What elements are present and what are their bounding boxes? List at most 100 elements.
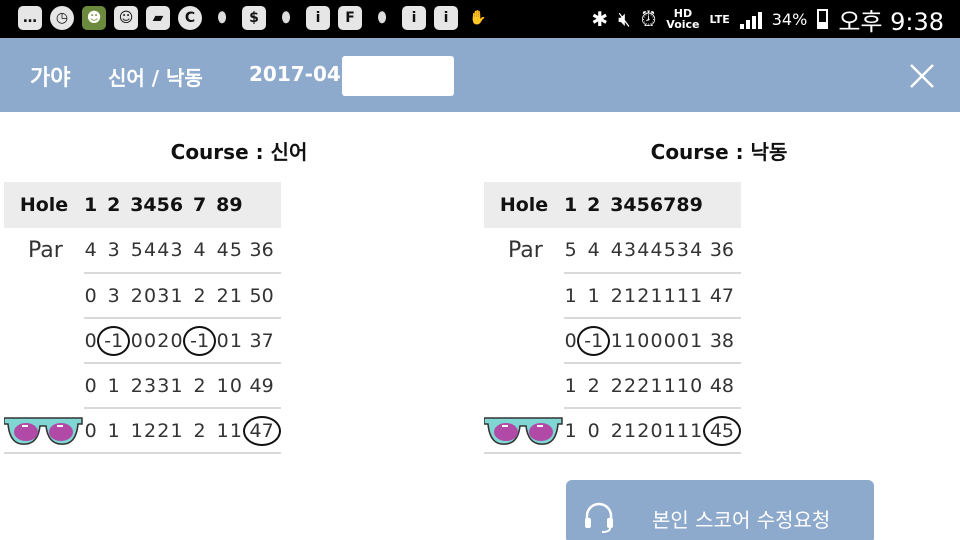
- close-icon[interactable]: [906, 60, 938, 92]
- score-cell: 2: [610, 363, 624, 409]
- score-cell: 1: [649, 273, 664, 319]
- hole-number: 6: [169, 182, 184, 228]
- hole-number: 1: [84, 182, 98, 228]
- score-cell: 1: [663, 408, 677, 454]
- pill-icon: ⬮: [217, 10, 227, 26]
- score-cell: 1: [689, 408, 703, 454]
- hole-number: 2: [97, 182, 131, 228]
- score-cell: 2: [143, 408, 157, 454]
- score-cell: 2: [183, 273, 217, 319]
- par-cell: 4: [143, 228, 157, 274]
- player-name-cell: [484, 408, 564, 454]
- score-cell: 2: [623, 363, 637, 409]
- hole-number: 9: [229, 182, 243, 228]
- circled-score: -1: [577, 325, 611, 356]
- total-header: [242, 182, 281, 228]
- note-icon: ▰: [146, 6, 170, 30]
- system-status: ✱ 🔇︎ ⏰︎ HD Voice LTE 34% 오후 9:38: [591, 0, 944, 38]
- score-cell: 0: [84, 273, 98, 319]
- par-cell: 5: [564, 228, 578, 274]
- score-cell: 0: [676, 318, 690, 364]
- score-cell: 2: [156, 318, 170, 364]
- hole-label: Hole: [4, 182, 84, 228]
- info-icon: i: [306, 6, 330, 30]
- player-row: 0 -1 1 1 0 0 0 0 1 38: [484, 318, 742, 364]
- score-cell: 0: [649, 318, 664, 364]
- hole-number: 5: [636, 182, 650, 228]
- score-cell: 1: [169, 273, 184, 319]
- hd-voice-indicator: HD Voice: [666, 8, 699, 30]
- hole-number: 9: [689, 182, 703, 228]
- score-cell: 3: [156, 363, 170, 409]
- score-cell: 1: [216, 408, 230, 454]
- par-cell: 5: [130, 228, 144, 274]
- hole-number: 4: [143, 182, 157, 228]
- hole-number: 6: [649, 182, 664, 228]
- score-cell: 2: [130, 363, 144, 409]
- par-total: 36: [702, 228, 742, 274]
- score-cell: 1: [623, 273, 637, 319]
- player-name-cell: [4, 273, 84, 318]
- par-cell: 5: [229, 228, 243, 274]
- par-row: Par 5 4 4 3 4 4 5 3 4 36: [484, 228, 742, 274]
- clock-time: 오후 9:38: [838, 7, 944, 36]
- score-total: 45: [702, 408, 742, 454]
- course-title: Course : 신어: [170, 140, 308, 164]
- s-icon: $: [242, 6, 266, 30]
- player-row: 1 1 2 1 2 1 1 1 1 47: [484, 273, 742, 319]
- score-cell: 2: [636, 408, 650, 454]
- hole-label: Hole: [484, 182, 564, 228]
- score-total: 49: [242, 363, 281, 409]
- player-name-cell: [484, 363, 564, 408]
- score-cell: 0: [216, 318, 230, 364]
- mute-icon: 🔇︎: [618, 7, 631, 31]
- status-bar: … ◷ ☻ ☺ ▰ C ⬮ $ ⬮ i F ⬮ i i ✋ ✱ 🔇︎ ⏰︎ HD…: [0, 0, 960, 38]
- score-cell: 1: [676, 273, 690, 319]
- score-cell: 1: [169, 363, 184, 409]
- par-cell: 3: [169, 228, 184, 274]
- score-cell: 1: [689, 318, 703, 364]
- score-table: Hole 1 2 3 4 5 6 7 8 9 Par 4 3 5 4 4 3 4…: [4, 182, 281, 454]
- hole-number: 7: [663, 182, 677, 228]
- score-cell: 0: [564, 318, 578, 364]
- score-cell: 0: [143, 273, 157, 319]
- redaction-overlay: [342, 56, 454, 96]
- par-total: 36: [242, 228, 281, 274]
- alarm-icon: ⏰︎: [640, 7, 657, 31]
- par-cell: 4: [689, 228, 703, 274]
- app-header: 가야 신어 / 낙동 2017-04: [0, 38, 960, 112]
- score-cell: 0: [229, 363, 243, 409]
- score-cell: 2: [183, 363, 217, 409]
- total-header: [702, 182, 742, 228]
- signal-icon: [739, 9, 762, 29]
- par-cell: 4: [84, 228, 98, 274]
- score-total: 47: [702, 273, 742, 319]
- score-total: 47: [242, 408, 281, 454]
- score-cell: 1: [689, 273, 703, 319]
- c-icon: C: [178, 6, 202, 30]
- score-cell: 2: [636, 363, 650, 409]
- club-name: 가야: [30, 66, 71, 91]
- score-cell: -1: [97, 318, 131, 364]
- score-cell: 0: [689, 363, 703, 409]
- player-name-cell: [484, 273, 564, 318]
- score-cell: 2: [216, 273, 230, 319]
- hole-header-row: Hole 1 2 3 4 5 6 7 8 9: [4, 182, 281, 228]
- hole-number: 4: [623, 182, 637, 228]
- pill-icon: ⬮: [281, 10, 291, 26]
- par-row: Par 4 3 5 4 4 3 4 4 5 36: [4, 228, 281, 274]
- score-edit-request-label: 본인 스코어 수정요청: [652, 508, 831, 532]
- player-row: 1 0 2 1 2 0 1 1 1 45: [484, 408, 742, 454]
- score-edit-request-button[interactable]: 본인 스코어 수정요청: [566, 480, 874, 540]
- score-cell: 3: [143, 363, 157, 409]
- score-cell: 1: [229, 318, 243, 364]
- info-icon: i: [434, 6, 458, 30]
- player-name-cell: [4, 408, 84, 454]
- f-icon: F: [338, 6, 362, 30]
- score-cell: 1: [97, 408, 131, 454]
- round-date: 2017-04: [249, 62, 341, 86]
- player-name-cell: [484, 318, 564, 363]
- score-cell: 1: [229, 273, 243, 319]
- notification-icons: … ◷ ☻ ☺ ▰ C ⬮ $ ⬮ i F ⬮ i i ✋: [18, 6, 490, 30]
- par-cell: 4: [577, 228, 611, 274]
